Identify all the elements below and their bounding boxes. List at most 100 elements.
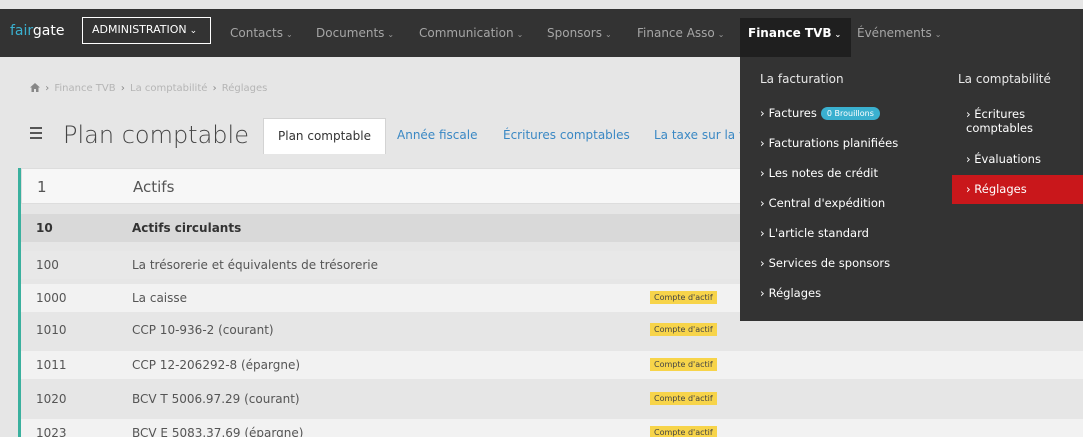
nav-finance-tvb-label: Finance TVB — [748, 26, 832, 40]
chevron-right-icon: › — [966, 107, 971, 121]
chevron-right-icon: › — [760, 136, 765, 150]
account-name: La caisse — [132, 291, 188, 305]
account-number: 1011 — [36, 358, 67, 372]
nav-communication-label: Communication — [419, 26, 514, 40]
menu-facturation-reglages[interactable]: › Réglages — [760, 286, 821, 300]
nav-finance-asso-label: Finance Asso — [637, 26, 715, 40]
account-number: 1010 — [36, 323, 67, 337]
nav-sponsors[interactable]: Sponsors ⌄ — [547, 26, 612, 40]
account-type-badge: Compte d'actif — [650, 323, 717, 336]
menu-item-label: Les notes de crédit — [768, 166, 878, 180]
menu-item-label: Réglages — [974, 182, 1027, 196]
table-row[interactable]: 1020 BCV T 5006.97.29 (courant) Compte d… — [21, 385, 1083, 413]
nav-finance-asso[interactable]: Finance Asso ⌄ — [637, 26, 724, 40]
account-number: 10 — [36, 221, 53, 235]
logo-gate: gate — [32, 23, 65, 39]
chevron-down-icon: ⌄ — [285, 30, 293, 39]
account-number: 1020 — [36, 392, 67, 406]
breadcrumb: › Finance TVB › La comptabilité › Réglag… — [30, 83, 267, 94]
administration-label: ADMINISTRATION — [92, 23, 187, 36]
chevron-down-icon: ⌄ — [387, 30, 395, 39]
breadcrumb-separator: › — [120, 83, 125, 94]
account-number: 1000 — [36, 291, 67, 305]
nav-evenements[interactable]: Événements ⌄ — [857, 26, 941, 40]
account-name: Actifs circulants — [132, 221, 242, 235]
chevron-right-icon: › — [760, 286, 765, 300]
table-row[interactable]: 1023 BCV E 5083.37.69 (épargne) Compte d… — [21, 419, 1083, 437]
hamburger-icon[interactable] — [30, 127, 42, 142]
breadcrumb-separator: › — [212, 83, 217, 94]
menu-facturations-planifiees[interactable]: › Facturations planifiées — [760, 136, 898, 150]
chevron-down-icon: ⌄ — [516, 30, 524, 39]
chevron-right-icon: › — [966, 182, 971, 196]
menu-factures-label: Factures — [768, 106, 817, 120]
account-type-badge: Compte d'actif — [650, 392, 717, 405]
app-page: fairgate ADMINISTRATION ⌄ Contacts ⌄ Docum… — [0, 0, 1083, 437]
tab-plan-comptable[interactable]: Plan comptable — [263, 118, 386, 154]
menu-item-label: Écritures comptables — [966, 107, 1033, 135]
menu-item-label: L'article standard — [768, 226, 869, 240]
chevron-right-icon: › — [760, 196, 765, 210]
chevron-right-icon: › — [760, 226, 765, 240]
chevron-down-icon: ⌄ — [934, 30, 942, 39]
breadcrumb-comptabilite[interactable]: La comptabilité — [130, 83, 207, 94]
nav-contacts[interactable]: Contacts ⌄ — [230, 26, 293, 40]
account-name: BCV T 5006.97.29 (courant) — [132, 392, 300, 406]
chevron-down-icon: ⌄ — [604, 30, 612, 39]
account-type-badge: Compte d'actif — [650, 291, 717, 304]
top-navbar: fairgate ADMINISTRATION ⌄ Contacts ⌄ Docum… — [0, 9, 1083, 57]
menu-ecritures-comptables[interactable]: › Écritures comptables — [952, 107, 1072, 135]
nav-documents-label: Documents — [316, 26, 385, 40]
account-type-badge: Compte d'actif — [650, 358, 717, 371]
menu-item-label: Facturations planifiées — [768, 136, 899, 150]
nav-finance-tvb[interactable]: Finance TVB ⌄ — [740, 18, 852, 57]
facturation-heading: La facturation — [760, 72, 844, 86]
finance-tvb-dropdown: La facturation La comptabilité › Factures… — [740, 57, 1083, 321]
nav-sponsors-label: Sponsors — [547, 26, 602, 40]
page-title: Plan comptable — [63, 121, 249, 149]
tab-ecritures-comptables[interactable]: Écritures comptables — [503, 118, 630, 154]
comptabilite-heading: La comptabilité — [958, 72, 1051, 86]
chevron-down-icon: ⌄ — [834, 30, 842, 39]
account-type-badge: Compte d'actif — [650, 426, 717, 437]
menu-evaluations[interactable]: › Évaluations — [952, 152, 1083, 166]
nav-communication[interactable]: Communication ⌄ — [419, 26, 523, 40]
chevron-right-icon: › — [760, 166, 765, 180]
chevron-right-icon: › — [760, 256, 765, 270]
account-number: 1 — [37, 178, 47, 196]
brouillons-badge: 0 Brouillons — [820, 107, 880, 120]
breadcrumb-reglages: Réglages — [221, 83, 268, 94]
menu-item-label: Évaluations — [974, 152, 1041, 166]
menu-factures[interactable]: › Factures 0 Brouillons — [760, 106, 880, 120]
tab-annee-fiscale[interactable]: Année fiscale — [397, 118, 477, 154]
chevron-down-icon: ⌄ — [717, 30, 725, 39]
account-number: 1023 — [36, 426, 67, 437]
menu-notes-credit[interactable]: › Les notes de crédit — [760, 166, 878, 180]
home-icon[interactable] — [30, 83, 43, 94]
menu-item-label: Central d'expédition — [768, 196, 886, 210]
tab-taxe[interactable]: La taxe sur la v — [654, 118, 746, 154]
breadcrumb-finance-tvb[interactable]: Finance TVB — [54, 83, 115, 94]
account-number: 100 — [36, 258, 59, 272]
menu-central-expedition[interactable]: › Central d'expédition — [760, 196, 885, 210]
account-name: BCV E 5083.37.69 (épargne) — [132, 426, 304, 437]
account-name: CCP 10-936-2 (courant) — [132, 323, 274, 337]
menu-article-standard[interactable]: › L'article standard — [760, 226, 869, 240]
nav-contacts-label: Contacts — [230, 26, 283, 40]
nav-documents[interactable]: Documents ⌄ — [316, 26, 394, 40]
table-row[interactable]: 1011 CCP 12-206292-8 (épargne) Compte d'… — [21, 351, 1083, 379]
logo-fair: fair — [10, 23, 33, 39]
chevron-down-icon: ⌄ — [189, 26, 198, 36]
menu-services-sponsors[interactable]: › Services de sponsors — [760, 256, 890, 270]
menu-comptabilite-reglages[interactable]: › Réglages — [952, 175, 1083, 204]
breadcrumb-separator: › — [45, 83, 50, 94]
account-name: Actifs — [133, 178, 175, 196]
administration-dropdown[interactable]: ADMINISTRATION ⌄ — [82, 17, 211, 44]
menu-item-label: Services de sponsors — [768, 256, 891, 270]
nav-evenements-label: Événements — [857, 26, 932, 40]
account-name: CCP 12-206292-8 (épargne) — [132, 358, 301, 372]
fairgate-logo[interactable]: fairgate — [10, 23, 65, 39]
account-name: La trésorerie et équivalents de trésorer… — [132, 258, 378, 272]
chevron-right-icon: › — [966, 152, 971, 166]
menu-item-label: Réglages — [768, 286, 822, 300]
